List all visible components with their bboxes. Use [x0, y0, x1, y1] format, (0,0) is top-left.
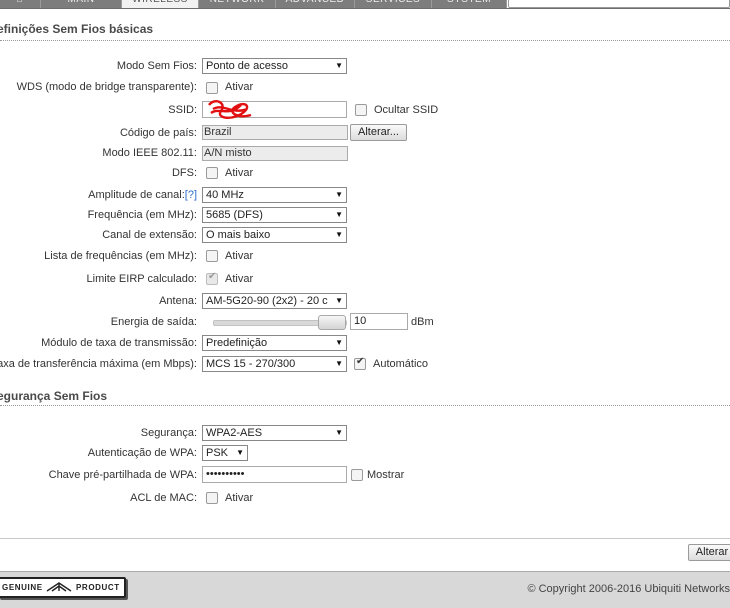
select-value: WPA2-AES	[206, 427, 263, 439]
psk-label: Chave pré-partilhada de WPA:	[48, 469, 197, 481]
chevron-down-icon: ▼	[335, 190, 343, 199]
chevron-down-icon: ▼	[335, 359, 343, 368]
wds-label: WDS (modo de bridge transparente):	[16, 81, 197, 93]
redaction-scribble	[208, 100, 252, 119]
divider	[0, 571, 730, 572]
country-value: Brazil	[202, 125, 348, 140]
rate-module-select[interactable]: Predefinição ▼	[202, 335, 347, 351]
show-psk-label: Mostrar	[367, 469, 405, 481]
channel-width-select[interactable]: 40 MHz ▼	[202, 187, 347, 203]
select-value: Ponto de acesso	[206, 60, 288, 72]
mac-acl-checkbox[interactable]	[206, 492, 218, 504]
frequency-list-option-label: Ativar	[225, 250, 254, 262]
wireless-mode-label: Modo Sem Fios:	[116, 60, 197, 72]
security-select[interactable]: WPA2-AES ▼	[202, 425, 347, 441]
divider	[0, 405, 730, 406]
help-link[interactable]: [?]	[185, 189, 197, 201]
select-value: 40 MHz	[206, 189, 244, 201]
tab-home[interactable]: ⌂	[0, 0, 41, 8]
extension-channel-select[interactable]: O mais baixo ▼	[202, 227, 347, 243]
divider	[0, 8, 730, 9]
extension-channel-label: Canal de extensão:	[102, 229, 197, 241]
genuine-product-logo: GENUINE PRODUCT	[0, 577, 126, 598]
antenna-select[interactable]: AM-5G20-90 (2x2) - 20 c ▼	[202, 293, 347, 309]
wpa-auth-label: Autenticação de WPA:	[87, 447, 197, 459]
section-title-security: egurança Sem Fios	[0, 389, 108, 403]
top-navigation: ⌂ MAIN WIRELESS NETWORK ADVANCED SERVICE…	[0, 0, 730, 9]
chevron-down-icon: ▼	[333, 294, 343, 308]
max-rate-select[interactable]: MCS 15 - 270/300 ▼	[202, 356, 347, 372]
select-value: PSK	[206, 447, 229, 459]
ssid-label: SSID:	[168, 104, 197, 116]
output-power-unit: dBm	[411, 316, 434, 328]
chevron-down-icon: ▼	[236, 448, 244, 457]
section-title-basic: efinições Sem Fios básicas	[0, 22, 154, 36]
tab-network[interactable]: NETWORK	[199, 0, 276, 8]
antenna-label: Antena:	[159, 295, 197, 307]
output-power-slider-handle[interactable]	[318, 315, 346, 330]
tab-advanced[interactable]: ADVANCED	[276, 0, 355, 8]
wds-option-label: Ativar	[225, 81, 254, 93]
output-power-input[interactable]: 10	[350, 313, 408, 330]
change-button[interactable]: Alterar	[688, 544, 730, 561]
eirp-limit-option-label: Ativar	[225, 273, 254, 285]
channel-width-label-text: Amplitude de canal:	[88, 189, 185, 201]
ieee-mode-value: A/N misto	[202, 146, 348, 161]
wpa-auth-select[interactable]: PSK ▼	[202, 445, 248, 461]
hide-ssid-label: Ocultar SSID	[374, 104, 439, 116]
select-value: 5685 (DFS)	[206, 209, 263, 221]
auto-rate-checkbox[interactable]	[354, 356, 366, 370]
select-value: O mais baixo	[206, 229, 271, 241]
select-value: MCS 15 - 270/300	[206, 358, 296, 370]
max-rate-label: axa de transferência máxima (em Mbps):	[0, 358, 197, 370]
security-label: Segurança:	[140, 427, 197, 439]
ieee-mode-label: Modo IEEE 802.11:	[102, 147, 197, 159]
dfs-option-label: Ativar	[225, 167, 254, 179]
channel-width-label: Amplitude de canal:[?]	[88, 189, 197, 201]
change-country-button[interactable]: Alterar...	[350, 124, 407, 141]
top-selector[interactable]	[508, 0, 730, 8]
mac-acl-label: ACL de MAC:	[130, 492, 197, 504]
frequency-label: Frequência (em MHz):	[87, 209, 197, 221]
psk-input[interactable]: ••••••••••	[202, 466, 347, 483]
chevron-down-icon: ▼	[335, 428, 343, 437]
logo-text-left: GENUINE	[2, 583, 43, 592]
frequency-list-checkbox[interactable]	[206, 250, 218, 262]
dfs-checkbox[interactable]	[206, 167, 218, 179]
show-psk-checkbox[interactable]	[351, 469, 363, 481]
mac-acl-option-label: Ativar	[225, 492, 254, 504]
auto-rate-label: Automático	[373, 358, 429, 370]
output-power-label: Energia de saída:	[110, 316, 197, 328]
tab-main[interactable]: MAIN	[41, 0, 122, 8]
wds-checkbox[interactable]	[206, 82, 218, 94]
logo-text-right: PRODUCT	[76, 583, 120, 592]
divider	[0, 40, 730, 41]
hide-ssid-checkbox[interactable]	[355, 104, 367, 116]
chevron-down-icon: ▼	[335, 338, 343, 347]
dfs-label: DFS:	[171, 167, 197, 179]
country-label: Código de país:	[119, 127, 197, 139]
tab-system[interactable]: SYSTEM	[432, 0, 507, 8]
tab-services[interactable]: SERVICES	[355, 0, 432, 8]
divider	[0, 538, 730, 539]
frequency-list-label: Lista de frequências (em MHz):	[44, 250, 197, 262]
chevron-down-icon: ▼	[335, 210, 343, 219]
select-value: AM-5G20-90 (2x2) - 20 c	[206, 295, 328, 307]
tab-wireless[interactable]: WIRELESS	[122, 0, 199, 8]
chevron-down-icon: ▼	[335, 61, 343, 70]
copyright-text: © Copyright 2006-2016 Ubiquiti Networks	[527, 583, 730, 595]
frequency-select[interactable]: 5685 (DFS) ▼	[202, 207, 347, 223]
rate-module-label: Módulo de taxa de transmissão:	[41, 337, 197, 349]
eirp-limit-label: Limite EIRP calculado:	[86, 273, 197, 285]
ubiquiti-logo-icon	[46, 582, 72, 592]
chevron-down-icon: ▼	[335, 230, 343, 239]
eirp-limit-checkbox	[206, 271, 218, 285]
select-value: Predefinição	[206, 337, 268, 349]
wireless-mode-select[interactable]: Ponto de acesso ▼	[202, 58, 347, 74]
